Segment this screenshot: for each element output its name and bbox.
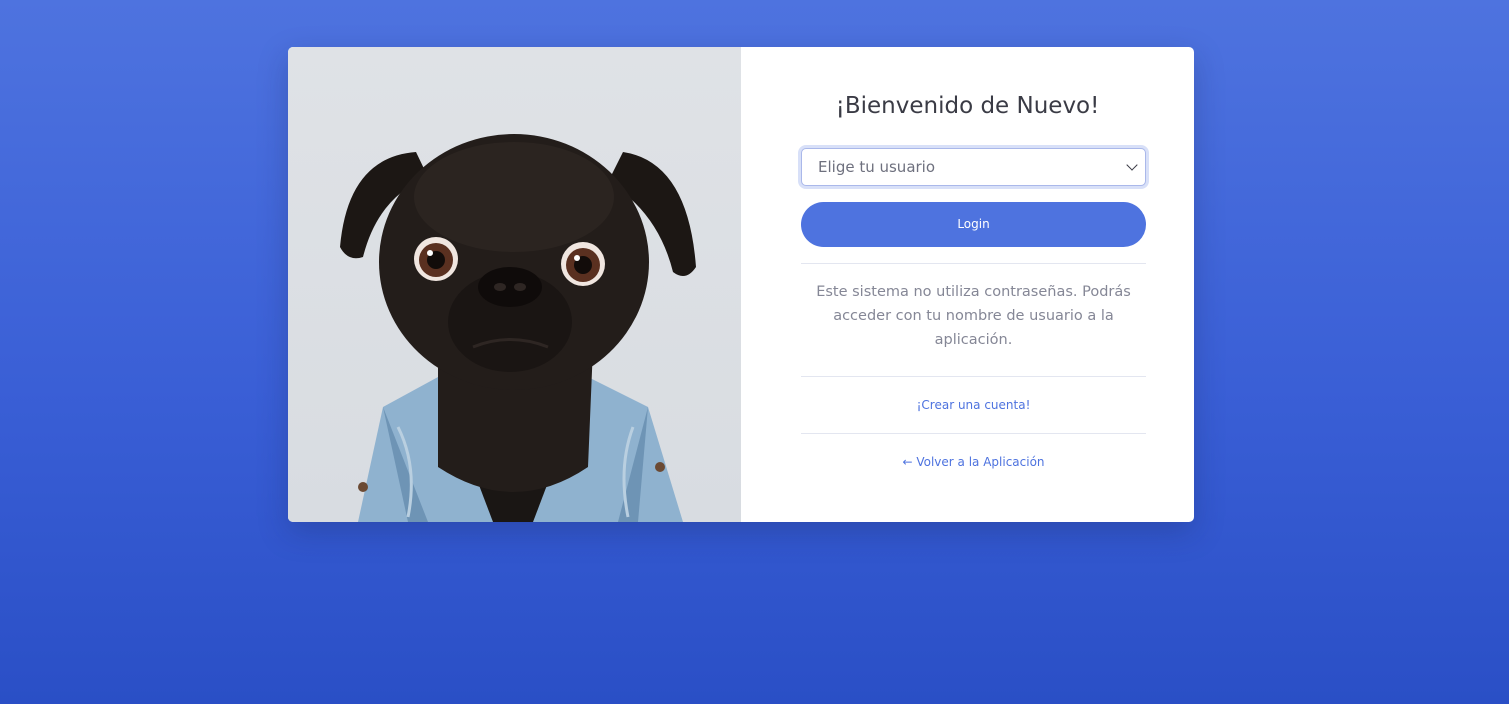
divider	[801, 376, 1146, 377]
pug-photo	[288, 47, 741, 522]
pug-illustration	[340, 134, 696, 522]
page-title: ¡Bienvenido de Nuevo!	[835, 93, 1100, 119]
login-card: ¡Bienvenido de Nuevo! Elige tu usuario L…	[288, 47, 1194, 522]
user-select[interactable]: Elige tu usuario	[801, 148, 1146, 186]
divider	[801, 263, 1146, 264]
login-form-pane: ¡Bienvenido de Nuevo! Elige tu usuario L…	[741, 47, 1194, 522]
login-button[interactable]: Login	[801, 202, 1146, 247]
back-to-app-link[interactable]: ← Volver a la Aplicación	[801, 455, 1146, 469]
create-account-link[interactable]: ¡Crear una cuenta!	[801, 398, 1146, 412]
user-select-value[interactable]: Elige tu usuario	[801, 148, 1146, 186]
divider	[801, 433, 1146, 434]
passwordless-note: Este sistema no utiliza contraseñas. Pod…	[816, 284, 1131, 348]
